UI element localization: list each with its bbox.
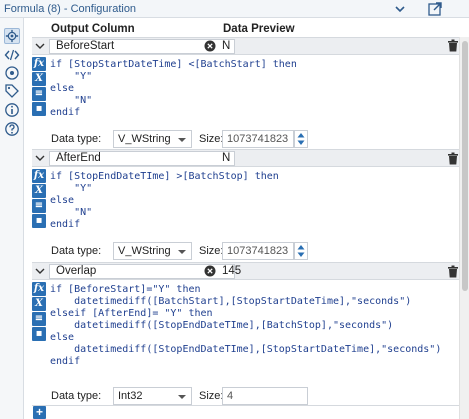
code-line: endif bbox=[50, 107, 81, 118]
connection-icon[interactable] bbox=[4, 65, 20, 81]
history-icon[interactable]: ≡ bbox=[32, 312, 46, 326]
dropdown-arrow-icon bbox=[178, 395, 186, 399]
dropdown-arrow-icon bbox=[178, 250, 186, 254]
window-title: Formula (8) - Configuration bbox=[4, 3, 137, 15]
config-side-rail bbox=[0, 18, 24, 419]
gear-icon[interactable] bbox=[4, 28, 20, 44]
code-line: else bbox=[50, 332, 75, 343]
variable-icon[interactable]: X bbox=[32, 184, 46, 198]
info-icon[interactable] bbox=[4, 102, 20, 118]
size-input[interactable]: 4 bbox=[222, 387, 308, 405]
clear-icon[interactable] bbox=[204, 265, 216, 277]
code-line: else bbox=[50, 83, 75, 94]
code-line: endif bbox=[50, 356, 81, 367]
add-formula-button[interactable]: + bbox=[33, 406, 46, 419]
size-label: Size: bbox=[199, 390, 224, 402]
function-icon[interactable]: fx bbox=[32, 57, 46, 71]
data-type-value: Int32 bbox=[118, 390, 143, 402]
variable-icon[interactable]: X bbox=[32, 72, 46, 86]
type-config-row: Data type: V_WString Size: 1073741823 bbox=[49, 130, 459, 148]
save-expression-icon[interactable]: ▪ bbox=[32, 327, 46, 341]
type-config-row: Data type: V_WString Size: 1073741823 bbox=[49, 242, 459, 260]
data-preview-value: N bbox=[222, 152, 231, 164]
save-expression-icon[interactable]: ▪ bbox=[32, 102, 46, 116]
size-label: Size: bbox=[199, 245, 224, 257]
collapse-chevron-icon[interactable] bbox=[34, 152, 46, 164]
formula-row-header: AfterEnd N bbox=[32, 149, 459, 167]
collapse-chevron-icon[interactable] bbox=[34, 265, 46, 277]
output-column-name-input[interactable]: AfterEnd bbox=[49, 151, 235, 166]
collapse-chevron-icon[interactable] bbox=[34, 40, 46, 52]
size-label: Size: bbox=[199, 133, 224, 145]
code-line: datetimediff([StopEndDateTIme],[BatchSto… bbox=[50, 320, 394, 331]
data-preview-value: N bbox=[222, 40, 231, 52]
expression-editor[interactable]: if [BeforeStart]="Y" then datetimediff([… bbox=[50, 284, 441, 368]
history-icon[interactable]: ≡ bbox=[32, 87, 46, 101]
code-line: "Y" bbox=[50, 183, 93, 194]
help-icon[interactable] bbox=[4, 121, 20, 137]
data-preview-value: 145 bbox=[222, 265, 242, 277]
history-icon[interactable]: ≡ bbox=[32, 199, 46, 213]
formula-row-header: Overlap 145 bbox=[32, 262, 459, 280]
divider bbox=[32, 405, 459, 406]
function-icon[interactable]: fx bbox=[32, 169, 46, 183]
variable-icon[interactable]: X bbox=[32, 297, 46, 311]
trash-icon[interactable] bbox=[447, 39, 459, 52]
code-line: elseif [AfterEnd]= "Y" then bbox=[50, 308, 213, 319]
size-input[interactable]: 1073741823 bbox=[222, 242, 294, 260]
expression-editor[interactable]: if [StopStartDateTime] <[BatchStart] the… bbox=[50, 59, 297, 119]
code-line: endif bbox=[50, 219, 81, 230]
vertical-scrollbar[interactable] bbox=[459, 37, 469, 419]
save-expression-icon[interactable]: ▪ bbox=[32, 214, 46, 228]
type-config-row: Data type: Int32 Size: 4 bbox=[49, 387, 459, 405]
title-bar: Formula (8) - Configuration bbox=[0, 0, 469, 18]
code-line: "N" bbox=[50, 95, 93, 106]
data-type-value: V_WString bbox=[118, 133, 171, 145]
code-line: if [StopStartDateTime] <[BatchStart] the… bbox=[50, 59, 297, 70]
size-input[interactable]: 1073741823 bbox=[222, 130, 294, 148]
data-type-label: Data type: bbox=[51, 133, 102, 145]
code-line: if [StopEndDateTIme] >[BatchStop] then bbox=[50, 171, 279, 182]
code-line: if [BeforeStart]="Y" then bbox=[50, 284, 201, 295]
data-preview-header: Data Preview bbox=[223, 23, 295, 35]
data-type-value: V_WString bbox=[118, 245, 171, 257]
chevron-down-icon[interactable] bbox=[392, 1, 408, 17]
expression-editor[interactable]: if [StopEndDateTIme] >[BatchStop] then "… bbox=[50, 171, 279, 231]
data-type-select[interactable]: V_WString bbox=[113, 242, 192, 260]
code-line: datetimediff([StopEndDateTIme],[StopStar… bbox=[50, 344, 442, 355]
dropdown-arrow-icon bbox=[178, 138, 186, 142]
data-type-label: Data type: bbox=[51, 245, 102, 257]
code-line: else bbox=[50, 195, 75, 206]
tag-icon[interactable] bbox=[4, 83, 20, 99]
trash-icon[interactable] bbox=[447, 265, 459, 278]
code-line: "Y" bbox=[50, 71, 93, 82]
function-icon[interactable]: fx bbox=[32, 282, 46, 296]
output-column-header: Output Column bbox=[51, 23, 135, 35]
size-stepper[interactable] bbox=[294, 130, 308, 148]
code-icon[interactable] bbox=[4, 47, 20, 63]
trash-icon[interactable] bbox=[447, 152, 459, 165]
data-type-select[interactable]: V_WString bbox=[113, 130, 192, 148]
undock-icon[interactable] bbox=[427, 1, 443, 17]
formula-row-header: BeforeStart N bbox=[32, 37, 459, 55]
scrollbar-thumb[interactable] bbox=[462, 41, 468, 291]
data-type-select[interactable]: Int32 bbox=[113, 387, 192, 405]
code-line: datetimediff([BatchStart],[StopStartDate… bbox=[50, 296, 412, 307]
column-header: Output Column Data Preview bbox=[32, 22, 459, 37]
size-stepper[interactable] bbox=[294, 242, 308, 260]
clear-icon[interactable] bbox=[204, 40, 216, 52]
code-line: "N" bbox=[50, 207, 93, 218]
data-type-label: Data type: bbox=[51, 390, 102, 402]
